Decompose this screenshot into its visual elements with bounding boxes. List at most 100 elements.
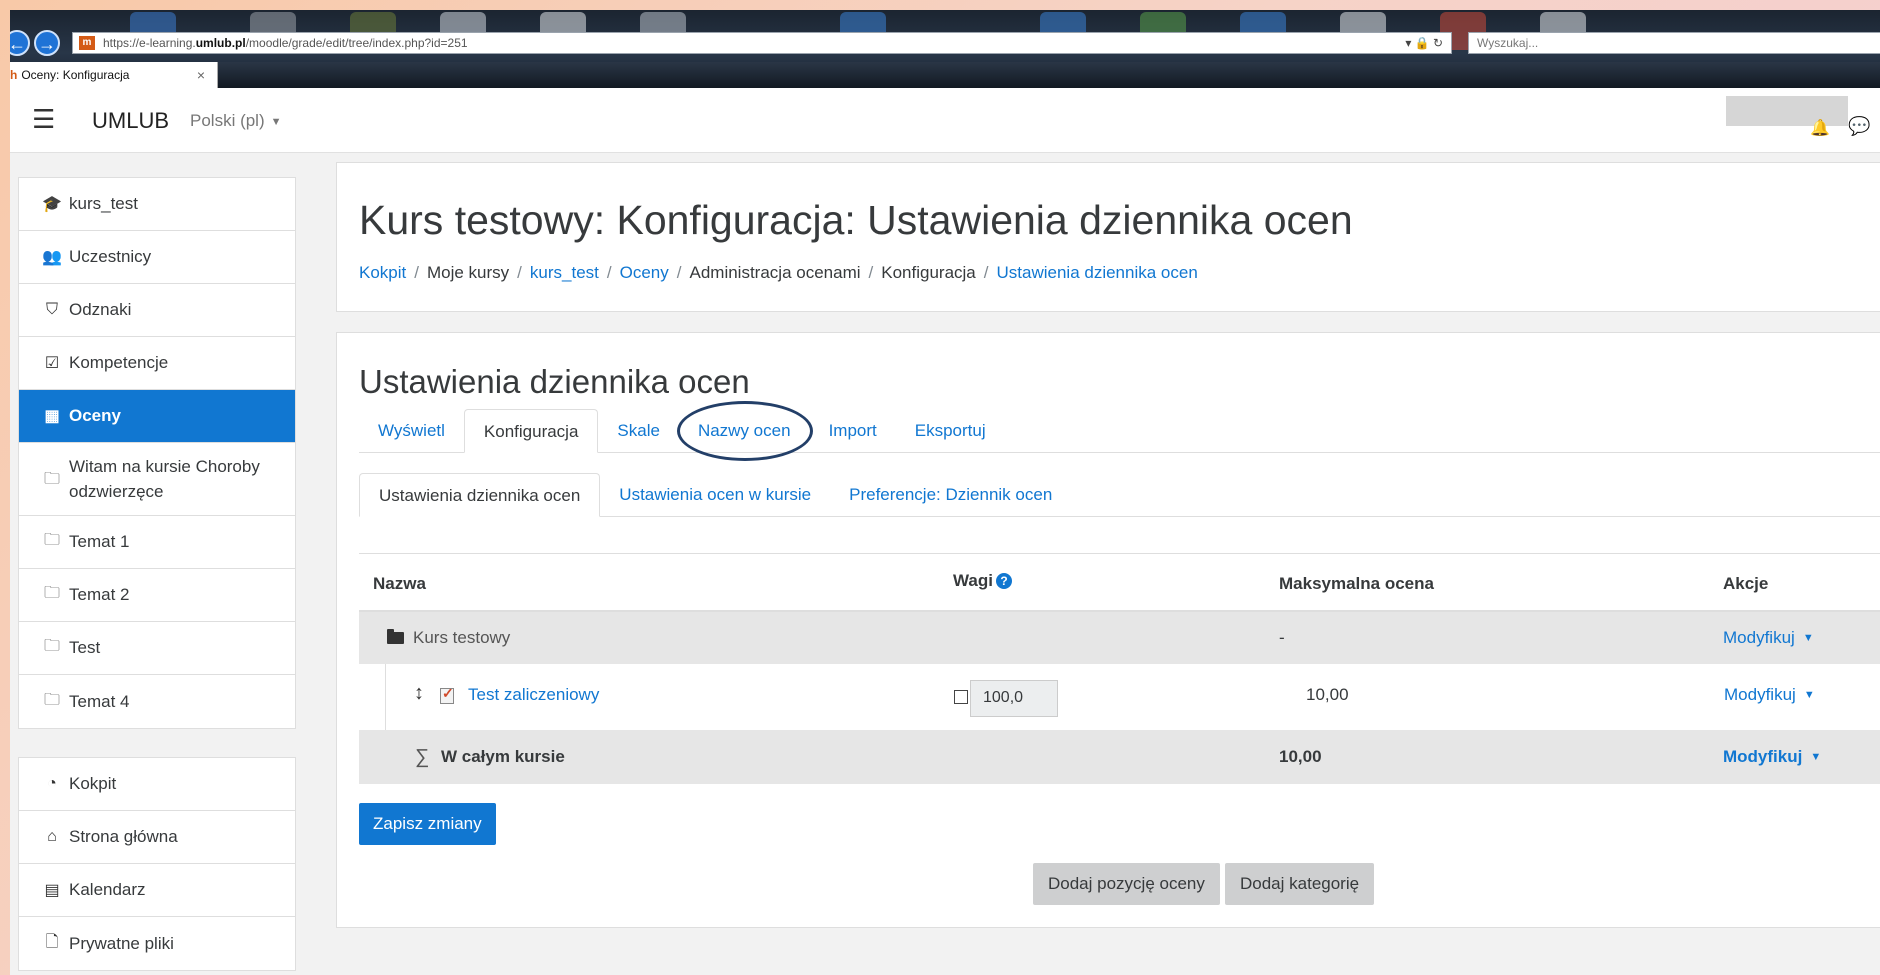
total-name: W całym kursie xyxy=(441,747,565,766)
chat-icon[interactable]: 💬 xyxy=(1848,116,1870,137)
site-favicon-icon: m xyxy=(79,36,95,50)
breadcrumb-separator: / xyxy=(983,263,989,282)
nav-drawer: 🎓 kurs_test 👥 Uczestnicy ⛉ Odznaki ☑ Kompete… xyxy=(10,153,316,975)
sigma-icon: ∑ xyxy=(415,746,430,768)
tab-title: Oceny: Konfiguracja xyxy=(21,68,130,82)
item-name-link[interactable]: Test zaliczeniowy xyxy=(468,685,599,705)
caret-down-icon: ▼ xyxy=(1802,632,1814,644)
tab-favicon-icon: h xyxy=(10,68,18,82)
nav-item-kurs-test[interactable]: 🎓 kurs_test xyxy=(19,178,295,231)
nav-item-label: kurs_test xyxy=(69,194,138,213)
nav-item-test[interactable]: 🗀 Test xyxy=(19,622,295,675)
nav-item-label: Kalendarz xyxy=(69,880,146,899)
category-modify-menu[interactable]: Modyfikuj ▼ xyxy=(1723,628,1814,648)
language-menu[interactable]: Polski (pl) ▼ xyxy=(190,111,282,131)
tab-import[interactable]: Import xyxy=(810,409,896,453)
total-modify-menu[interactable]: Modyfikuj ▼ xyxy=(1723,747,1821,767)
browser-search-input[interactable]: Wyszukaj... xyxy=(1468,32,1880,54)
breadcrumb-kurs-test[interactable]: kurs_test xyxy=(530,263,599,282)
tab-wyswietl[interactable]: Wyświetl xyxy=(359,409,464,453)
breadcrumb-separator: / xyxy=(868,263,874,282)
nav-item-temat-2[interactable]: 🗀 Temat 2 xyxy=(19,569,295,622)
tab-skale[interactable]: Skale xyxy=(598,409,679,453)
folder-icon: 🗀 xyxy=(43,584,60,602)
calendar-icon: ▤ xyxy=(44,882,60,899)
nav-item-label: Odznaki xyxy=(69,300,132,319)
column-header-weights: Wagi? xyxy=(953,571,1012,591)
table-row-total: ∑ W całym kursie 10,00 Modyfikuj ▼ xyxy=(359,730,1880,784)
nav-item-label: Oceny xyxy=(69,406,121,425)
url-prefix: https://e-learning. xyxy=(103,36,196,50)
nav-item-label: Witam na kursie Choroby odzwierzęce xyxy=(69,457,260,501)
add-category-button[interactable]: Dodaj kategorię xyxy=(1225,863,1375,905)
subtab-ustawienia-ocen[interactable]: Ustawienia ocen w kursie xyxy=(600,473,830,517)
breadcrumb-kokpit[interactable]: Kokpit xyxy=(359,263,406,282)
nav-item-label: Temat 4 xyxy=(69,691,130,711)
item-max-grade: 10,00 xyxy=(1306,685,1349,704)
site-nav: ◔ Kokpit ⌂ Strona główna ▤ Kalendarz 🗋 Prywa… xyxy=(18,757,296,971)
course-nav: 🎓 kurs_test 👥 Uczestnicy ⛉ Odznaki ☑ Kompete… xyxy=(18,177,296,729)
folder-icon: 🗀 xyxy=(43,637,60,655)
breadcrumb-separator: / xyxy=(606,263,612,282)
move-icon[interactable]: ↕ xyxy=(414,682,424,705)
bell-icon[interactable]: 🔔 xyxy=(1810,118,1830,138)
weight-override-checkbox[interactable] xyxy=(954,690,968,704)
nav-item-witam[interactable]: 🗀 Witam na kursie Choroby odzwierzęce xyxy=(19,443,295,516)
caret-down-icon: ▼ xyxy=(1803,689,1815,701)
url-path: /moodle/grade/edit/tree/index.php?id=251 xyxy=(245,36,468,50)
hamburger-icon[interactable]: ☰ xyxy=(32,106,55,132)
address-tools[interactable]: ▾ 🔒 ↻ xyxy=(1405,33,1443,53)
nav-item-kalendarz[interactable]: ▤ Kalendarz xyxy=(19,864,295,917)
nav-item-temat-4[interactable]: 🗀 Temat 4 xyxy=(19,675,295,728)
nav-item-temat-1[interactable]: 🗀 Temat 1 xyxy=(19,516,295,569)
forward-button[interactable]: → xyxy=(34,30,60,56)
quiz-icon xyxy=(440,685,454,704)
category-name: Kurs testowy xyxy=(413,628,511,647)
section-title: Ustawienia dziennika ocen xyxy=(359,363,750,400)
caret-down-icon: ▼ xyxy=(1810,751,1822,763)
graduation-cap-icon: 🎓 xyxy=(42,196,62,213)
column-header-name: Nazwa xyxy=(373,574,426,593)
grade-setup-table: Nazwa Wagi? Maksymalna ocena Akcje Kurs … xyxy=(359,553,1880,784)
tab-nazwy-ocen[interactable]: Nazwy ocen xyxy=(676,401,813,461)
tab-eksportuj[interactable]: Eksportuj xyxy=(896,409,1005,453)
nav-item-kompetencje[interactable]: ☑ Kompetencje xyxy=(19,337,295,390)
page-header: Kurs testowy: Konfiguracja: Ustawienia d… xyxy=(336,162,1880,312)
breadcrumb-moje-kursy: Moje kursy xyxy=(426,263,510,282)
screenshot: ← → m https://e-learning.umlub.pl/moodle… xyxy=(10,10,1880,975)
subtab-ustawienia-dziennika[interactable]: Ustawienia dziennika ocen xyxy=(359,473,601,517)
secondary-tabs: Ustawienia dziennika ocen Ustawienia oce… xyxy=(359,473,1071,517)
address-bar[interactable]: m https://e-learning.umlub.pl/moodle/gra… xyxy=(72,32,1452,54)
add-grade-item-button[interactable]: Dodaj pozycję oceny xyxy=(1033,863,1220,905)
modify-label: Modyfikuj xyxy=(1724,685,1796,704)
subtab-preferencje[interactable]: Preferencje: Dziennik ocen xyxy=(830,473,1071,517)
top-navbar: ☰ UMLUB Polski (pl) ▼ 🔔 💬 xyxy=(10,88,1880,153)
nav-item-strona-glowna[interactable]: ⌂ Strona główna xyxy=(19,811,295,864)
nav-item-odznaki[interactable]: ⛉ Odznaki xyxy=(19,284,295,337)
checkbox-icon: ☑ xyxy=(44,355,60,372)
weight-input[interactable]: 100,0 xyxy=(970,680,1058,717)
breadcrumb-oceny[interactable]: Oceny xyxy=(620,263,669,282)
save-changes-button[interactable]: Zapisz zmiany xyxy=(359,803,496,845)
site-brand[interactable]: UMLUB xyxy=(92,108,169,134)
breadcrumb-ustawienia[interactable]: Ustawienia dziennika ocen xyxy=(997,263,1198,282)
browser-tab[interactable]: h Oceny: Konfiguracja × xyxy=(10,62,218,88)
page-title: Kurs testowy: Konfiguracja: Ustawienia d… xyxy=(359,197,1353,243)
shield-icon: ⛉ xyxy=(45,301,58,318)
folder-icon: 🗀 xyxy=(43,470,60,488)
help-icon[interactable]: ? xyxy=(995,573,1012,589)
dashboard-icon: ◔ xyxy=(47,775,57,792)
category-max-grade: - xyxy=(1279,628,1285,647)
tab-close-icon[interactable]: × xyxy=(197,62,205,88)
item-modify-menu[interactable]: Modyfikuj ▼ xyxy=(1724,685,1815,705)
home-icon: ⌂ xyxy=(47,828,57,845)
nav-item-kokpit[interactable]: ◔ Kokpit xyxy=(19,758,295,811)
tab-konfiguracja[interactable]: Konfiguracja xyxy=(463,409,599,453)
nav-item-prywatne-pliki[interactable]: 🗋 Prywatne pliki xyxy=(19,917,295,970)
column-header-max-grade: Maksymalna ocena xyxy=(1279,574,1434,593)
language-label: Polski (pl) xyxy=(190,111,265,130)
nav-item-label: Temat 1 xyxy=(69,532,130,551)
nav-item-uczestnicy[interactable]: 👥 Uczestnicy xyxy=(19,231,295,284)
weights-label: Wagi xyxy=(953,571,993,590)
nav-item-oceny[interactable]: ▦ Oceny xyxy=(19,390,295,443)
